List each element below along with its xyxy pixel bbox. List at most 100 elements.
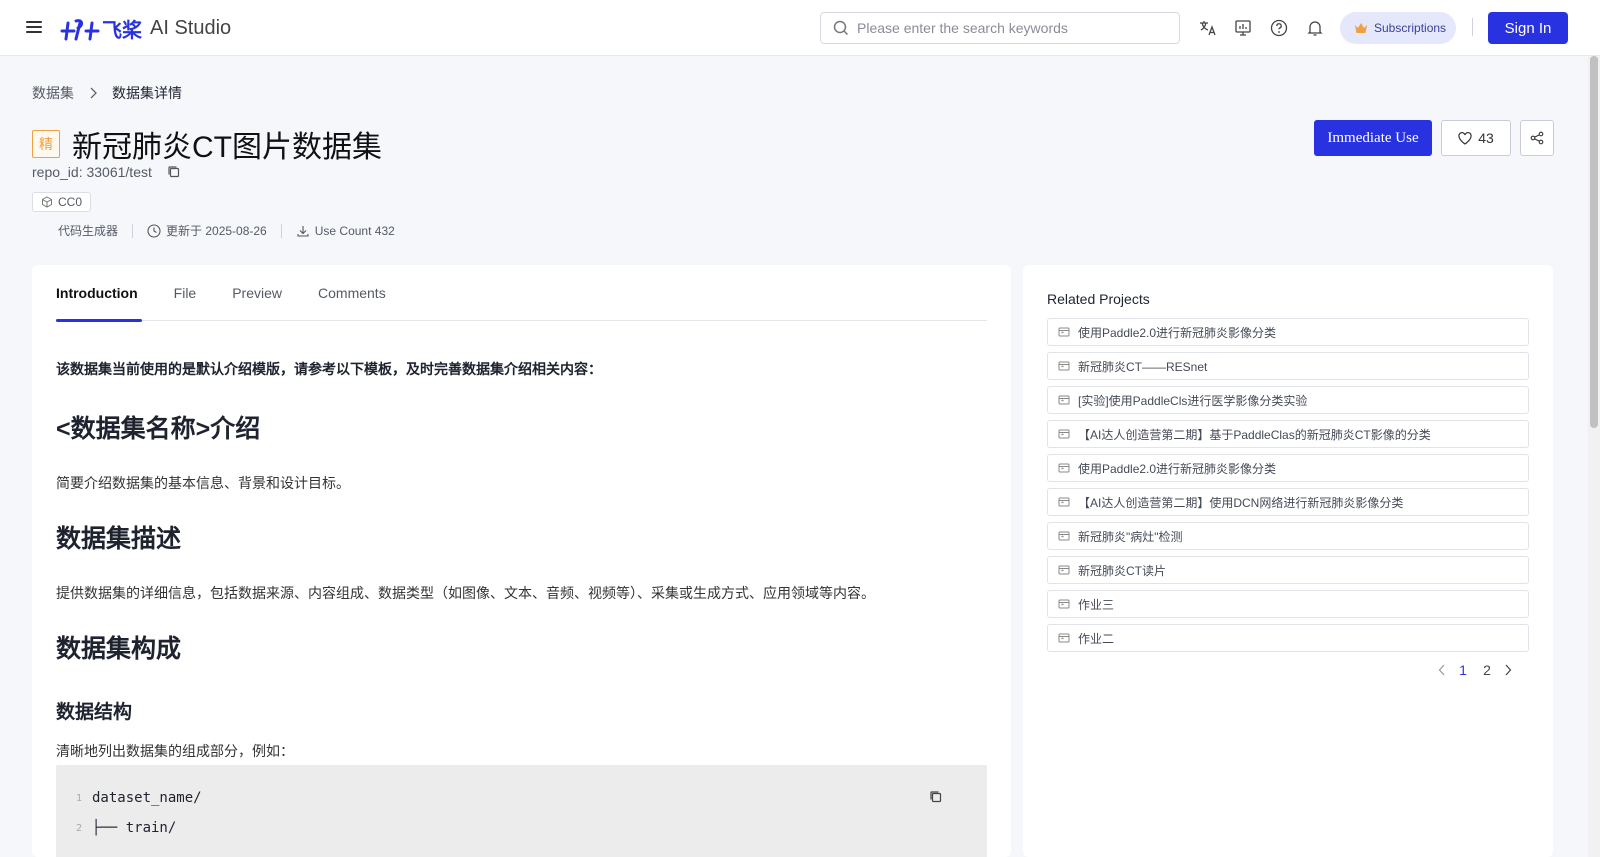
meta-divider	[132, 223, 134, 238]
chevron-left-icon	[1438, 664, 1445, 676]
project-icon	[1058, 633, 1070, 643]
paddle-logo-icon	[60, 19, 100, 41]
page-title: 新冠肺炎CT图片数据集	[72, 131, 382, 164]
project-icon	[1058, 565, 1070, 575]
code-text: ├── train/	[92, 820, 177, 836]
related-project-label: 【AI达人创造营第二期】使用DCN网络进行新冠肺炎影像分类	[1078, 495, 1404, 510]
related-project-item[interactable]: 新冠肺炎CT读片	[1047, 556, 1529, 584]
paragraph-description: 提供数据集的详细信息，包括数据来源、内容组成、数据类型（如图像、文本、音频、视频…	[56, 585, 875, 601]
subscriptions-label: Subscriptions	[1374, 21, 1447, 35]
related-projects-title: Related Projects	[1047, 291, 1150, 307]
meta-row: 代码生成器 更新于 2025-08-26 Use Count 432	[58, 222, 395, 239]
project-icon	[1058, 327, 1070, 337]
code-block: 1 dataset_name/ 2 ├── train/	[56, 765, 987, 857]
page-1-button[interactable]: 1	[1451, 662, 1475, 678]
related-project-label: [实验]使用PaddleCls进行医学影像分类实验	[1078, 393, 1308, 408]
code-line: 1 dataset_name/	[56, 786, 202, 810]
breadcrumb-current: 数据集详情	[112, 85, 182, 101]
next-page-button[interactable]	[1499, 661, 1517, 679]
logo-en-text: AI Studio	[150, 16, 232, 39]
use-count: Use Count 432	[314, 223, 395, 238]
subheading-data-structure: 数据结构	[56, 702, 133, 723]
heading-dataset-description: 数据集描述	[56, 525, 182, 553]
related-project-label: 使用Paddle2.0进行新冠肺炎影像分类	[1078, 325, 1277, 340]
updated-date: 更新于 2025-08-26	[166, 224, 267, 238]
logo-cn-text: 飞桨	[102, 19, 142, 42]
related-project-item[interactable]: 作业二	[1047, 624, 1529, 652]
related-project-label: 作业三	[1078, 597, 1115, 612]
top-bar: 飞桨 AI Studio Subscriptions Sign In	[0, 0, 1600, 56]
like-button[interactable]: 43	[1441, 120, 1511, 156]
tab-introduction[interactable]: Introduction	[56, 265, 142, 322]
chevron-right-icon	[1505, 664, 1512, 676]
project-icon	[1058, 531, 1070, 541]
paragraph-structure: 清晰地列出数据集的组成部分，例如：	[56, 743, 294, 759]
page-2-button[interactable]: 2	[1475, 662, 1499, 678]
project-icon	[1058, 361, 1070, 371]
related-project-item[interactable]: 【AI达人创造营第二期】使用DCN网络进行新冠肺炎影像分类	[1047, 488, 1529, 516]
immediate-use-button[interactable]: Immediate Use	[1314, 120, 1432, 156]
license-label: CC0	[58, 195, 83, 209]
dashboard-icon[interactable]	[1233, 18, 1253, 38]
menu-icon[interactable]	[24, 18, 46, 38]
project-icon	[1058, 429, 1070, 439]
heart-icon	[1458, 131, 1472, 145]
tab-comments[interactable]: Comments	[318, 265, 386, 321]
generator-label[interactable]: 代码生成器	[58, 222, 118, 239]
share-button[interactable]	[1520, 120, 1554, 156]
prev-page-button[interactable]	[1433, 661, 1451, 679]
search-input[interactable]	[857, 20, 1157, 36]
related-project-item[interactable]: [实验]使用PaddleCls进行医学影像分类实验	[1047, 386, 1529, 414]
related-project-item[interactable]: 新冠肺炎"病灶"检测	[1047, 522, 1529, 550]
crown-icon	[1355, 23, 1367, 33]
code-line: 2 ├── train/	[56, 816, 176, 840]
help-icon[interactable]	[1269, 18, 1289, 38]
search-icon	[833, 20, 849, 36]
related-project-item[interactable]: 作业三	[1047, 590, 1529, 618]
code-text: dataset_name/	[92, 790, 202, 806]
tab-bar: Introduction File Preview Comments	[56, 265, 987, 322]
project-icon	[1058, 463, 1070, 473]
scrollbar-thumb[interactable]	[1590, 56, 1598, 428]
related-project-item[interactable]: 使用Paddle2.0进行新冠肺炎影像分类	[1047, 454, 1529, 482]
search-box[interactable]	[820, 12, 1180, 44]
project-icon	[1058, 497, 1070, 507]
like-count: 43	[1478, 130, 1494, 146]
page-scrollbar[interactable]	[1588, 56, 1600, 857]
chevron-right-icon	[90, 87, 97, 99]
related-project-label: 新冠肺炎CT读片	[1078, 563, 1166, 578]
main-content-card: Introduction File Preview Comments 该数据集当…	[32, 265, 1011, 857]
pagination: 1 2	[1433, 661, 1517, 679]
tab-file[interactable]: File	[174, 265, 197, 321]
heading-dataset-name: <数据集名称>介绍	[56, 415, 261, 443]
copy-code-icon[interactable]	[928, 789, 944, 805]
related-project-item[interactable]: 使用Paddle2.0进行新冠肺炎影像分类	[1047, 318, 1529, 346]
header-divider	[1472, 18, 1473, 36]
bell-icon[interactable]	[1305, 18, 1325, 38]
related-projects-card: Related Projects 使用Paddle2.0进行新冠肺炎影像分类 新冠…	[1023, 265, 1553, 857]
meta-divider	[280, 223, 282, 238]
breadcrumb-datasets[interactable]: 数据集	[32, 83, 74, 103]
repo-id: repo_id: 33061/test	[32, 164, 152, 180]
featured-badge: 精	[32, 130, 60, 158]
breadcrumb: 数据集 数据集详情	[32, 83, 182, 103]
translate-icon[interactable]	[1197, 18, 1217, 38]
repo-id-row: repo_id: 33061/test	[32, 164, 182, 180]
related-project-label: 作业二	[1078, 631, 1115, 646]
related-project-label: 新冠肺炎CT——RESnet	[1078, 359, 1208, 374]
related-project-item[interactable]: 新冠肺炎CT——RESnet	[1047, 352, 1529, 380]
sign-in-button[interactable]: Sign In	[1488, 12, 1568, 44]
copy-icon[interactable]	[166, 164, 182, 180]
related-project-label: 新冠肺炎"病灶"检测	[1078, 529, 1183, 544]
related-project-item[interactable]: 【AI达人创造营第二期】基于PaddleClas的新冠肺炎CT影像的分类	[1047, 420, 1529, 448]
related-project-label: 【AI达人创造营第二期】基于PaddleClas的新冠肺炎CT影像的分类	[1078, 427, 1431, 442]
subscriptions-button[interactable]: Subscriptions	[1340, 12, 1456, 44]
heading-dataset-structure: 数据集构成	[56, 635, 182, 663]
cube-icon	[42, 196, 52, 208]
line-number: 2	[75, 822, 82, 834]
project-icon	[1058, 599, 1070, 609]
title-row: 精 新冠肺炎CT图片数据集	[32, 122, 382, 166]
related-project-label: 使用Paddle2.0进行新冠肺炎影像分类	[1078, 461, 1277, 476]
logo[interactable]: 飞桨 AI Studio	[60, 12, 231, 44]
tab-preview[interactable]: Preview	[232, 265, 282, 321]
